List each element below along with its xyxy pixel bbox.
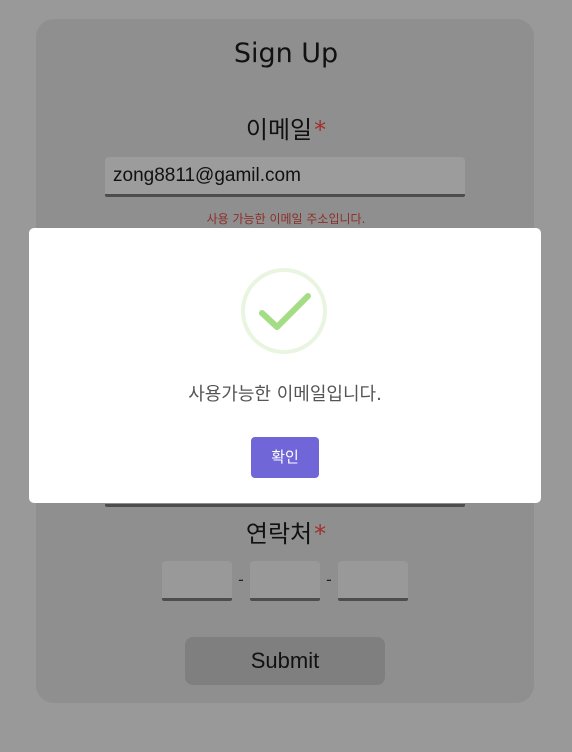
phone-part-3-input[interactable] xyxy=(338,561,408,601)
required-mark: * xyxy=(314,520,327,548)
email-label: 이메일* xyxy=(0,115,572,145)
phone-part-2-input[interactable] xyxy=(250,561,320,601)
email-label-text: 이메일 xyxy=(245,116,313,144)
modal-message: 사용가능한 이메일입니다. xyxy=(188,384,382,405)
email-input[interactable] xyxy=(105,157,465,197)
required-mark: * xyxy=(314,116,327,144)
phone-separator: - xyxy=(238,570,244,589)
submit-button[interactable]: Submit xyxy=(185,637,385,685)
confirm-button[interactable]: 확인 xyxy=(251,437,319,478)
phone-label: 연락처* xyxy=(0,519,572,549)
phone-separator: - xyxy=(326,570,332,589)
phone-label-text: 연락처 xyxy=(245,520,313,548)
success-modal: 사용가능한 이메일입니다. 확인 xyxy=(29,228,541,503)
page-title: Sign Up xyxy=(233,38,339,69)
email-hint: 사용 가능한 이메일 주소입니다. xyxy=(206,212,366,226)
phone-part-1-input[interactable] xyxy=(162,561,232,601)
check-circle-icon xyxy=(241,268,327,354)
